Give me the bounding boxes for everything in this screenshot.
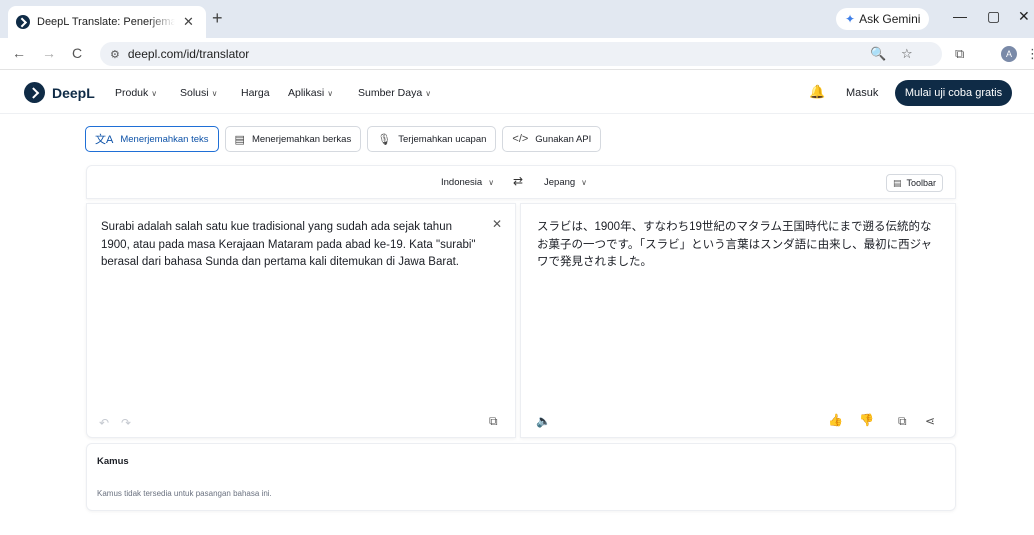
tab-translate-files[interactable]: ▤ Menerjemahkan berkas — [224, 126, 362, 152]
deepl-favicon-icon — [16, 15, 30, 29]
address-bar[interactable]: ⚙ deepl.com/id/translator 🔍 ☆ — [100, 42, 942, 66]
tab-use-api[interactable]: </> Gunakan API — [502, 126, 602, 152]
login-link[interactable]: Masuk — [846, 87, 878, 99]
reload-icon[interactable]: C — [72, 45, 82, 61]
dictionary-note: Kamus tidak tersedia untuk pasangan baha… — [97, 489, 272, 498]
close-window-icon[interactable]: ✕ — [1018, 8, 1030, 25]
browser-menu-icon[interactable]: ⋮ — [1026, 46, 1034, 62]
zoom-icon[interactable]: 🔍 — [870, 46, 886, 62]
dictionary-title: Kamus — [97, 456, 129, 467]
tab-translate-speech[interactable]: 🎙 Terjemahkan ucapan — [367, 126, 497, 152]
tab-label: Gunakan API — [535, 133, 592, 145]
reading-mode-icon[interactable]: ⧉ — [955, 46, 964, 62]
new-tab-button[interactable]: + — [212, 8, 223, 29]
source-panel: Surabi adalah salah satu kue tradisional… — [86, 203, 516, 438]
nav-solusi[interactable]: Solusi ∨ — [180, 87, 217, 99]
profile-avatar[interactable]: A — [1001, 46, 1017, 62]
share-icon[interactable]: ⋖ — [925, 414, 935, 428]
nav-produk[interactable]: Produk ∨ — [115, 87, 157, 99]
chevron-down-icon: ∨ — [151, 89, 158, 98]
chevron-down-icon: ∨ — [211, 89, 218, 98]
tab-label: Menerjemahkan teks — [120, 133, 209, 145]
toolbar-button[interactable]: ▤ Toolbar — [886, 174, 944, 192]
dictionary-panel: Kamus Kamus tidak tersedia untuk pasanga… — [86, 443, 956, 511]
target-language-select[interactable]: Jepang ∨ — [544, 177, 587, 188]
undo-icon[interactable]: ↶ — [99, 416, 109, 430]
clear-text-icon[interactable]: ✕ — [492, 217, 502, 231]
document-icon: ▤ — [234, 133, 245, 146]
deepl-logo[interactable]: DeepL — [24, 82, 95, 103]
browser-tab-strip: DeepL Translate: Penerjemah paling akura… — [0, 0, 1034, 38]
brand-name: DeepL — [52, 84, 95, 101]
forward-icon[interactable]: → — [42, 45, 56, 61]
translation-output: スラビは、1900年、すなわち19世紀のマタラム王国時代にまで遡る伝統的なお菓子… — [537, 221, 933, 268]
toolbar-icon: ▤ — [893, 177, 902, 188]
chevron-down-icon: ∨ — [488, 178, 495, 187]
site-info-icon[interactable]: ⚙ — [110, 48, 120, 61]
deepl-logo-icon — [24, 82, 45, 103]
minimize-icon[interactable]: — — [953, 8, 967, 24]
chevron-down-icon: ∨ — [327, 89, 334, 98]
redo-icon[interactable]: ↷ — [121, 416, 131, 430]
tab-translate-text[interactable]: 文A Menerjemahkan teks — [85, 126, 219, 152]
target-panel: スラビは、1900年、すなわち19世紀のマタラム王国時代にまで遡る伝統的なお菓子… — [520, 203, 956, 438]
browser-toolbar: ← → C ⚙ deepl.com/id/translator 🔍 ☆ ⧉ A … — [0, 38, 1034, 70]
code-icon: </> — [512, 133, 529, 145]
back-icon[interactable]: ← — [12, 45, 26, 61]
copy-source-icon[interactable]: ⧉ — [489, 414, 498, 429]
chevron-down-icon: ∨ — [425, 89, 432, 98]
nav-aplikasi[interactable]: Aplikasi ∨ — [288, 87, 333, 99]
bookmark-star-icon[interactable]: ☆ — [901, 46, 913, 62]
ask-gemini-label: Ask Gemini — [859, 12, 921, 26]
tab-label: Terjemahkan ucapan — [398, 133, 487, 145]
tab-label: Menerjemahkan berkas — [251, 133, 352, 145]
site-header: DeepL Produk ∨ Solusi ∨ Harga Aplikasi ∨ Su… — [0, 70, 1034, 114]
source-language-select[interactable]: Indonesia ∨ — [441, 177, 494, 188]
chevron-down-icon: ∨ — [581, 178, 588, 187]
source-textarea[interactable]: Surabi adalah salah satu kue tradisional… — [101, 219, 481, 272]
browser-tab[interactable]: DeepL Translate: Penerjemah paling akura… — [8, 6, 206, 38]
tab-title: DeepL Translate: Penerjemah paling akura… — [37, 16, 175, 28]
thumbs-up-icon[interactable]: 👍 — [828, 413, 843, 427]
nav-sumber-daya[interactable]: Sumber Daya ∨ — [358, 87, 431, 99]
nav-harga[interactable]: Harga — [241, 87, 270, 99]
swap-languages-icon[interactable]: ⇄ — [513, 174, 523, 188]
thumbs-down-icon[interactable]: 👎 — [859, 413, 874, 427]
microphone-icon: 🎙 — [377, 133, 392, 146]
toolbar-label: Toolbar — [906, 178, 937, 188]
gemini-spark-icon: ✦ — [845, 12, 856, 26]
ask-gemini-button[interactable]: ✦ Ask Gemini — [836, 8, 930, 30]
tab-close-icon[interactable]: ✕ — [183, 14, 194, 30]
translation-mode-tabs: 文A Menerjemahkan teks ▤ Menerjemahkan be… — [85, 126, 602, 152]
free-trial-button[interactable]: Mulai uji coba gratis — [895, 80, 1012, 106]
restore-icon[interactable]: ▢ — [987, 8, 1000, 25]
copy-translation-icon[interactable]: ⧉ — [898, 414, 907, 429]
notification-bell-icon[interactable]: 🔔 — [809, 84, 825, 100]
url-text: deepl.com/id/translator — [127, 47, 250, 61]
speaker-icon[interactable]: 🔈 — [536, 414, 551, 428]
language-bar: Indonesia ∨ ⇄ Jepang ∨ ▤ Toolbar — [86, 165, 956, 199]
translate-text-icon: 文A — [95, 134, 114, 146]
